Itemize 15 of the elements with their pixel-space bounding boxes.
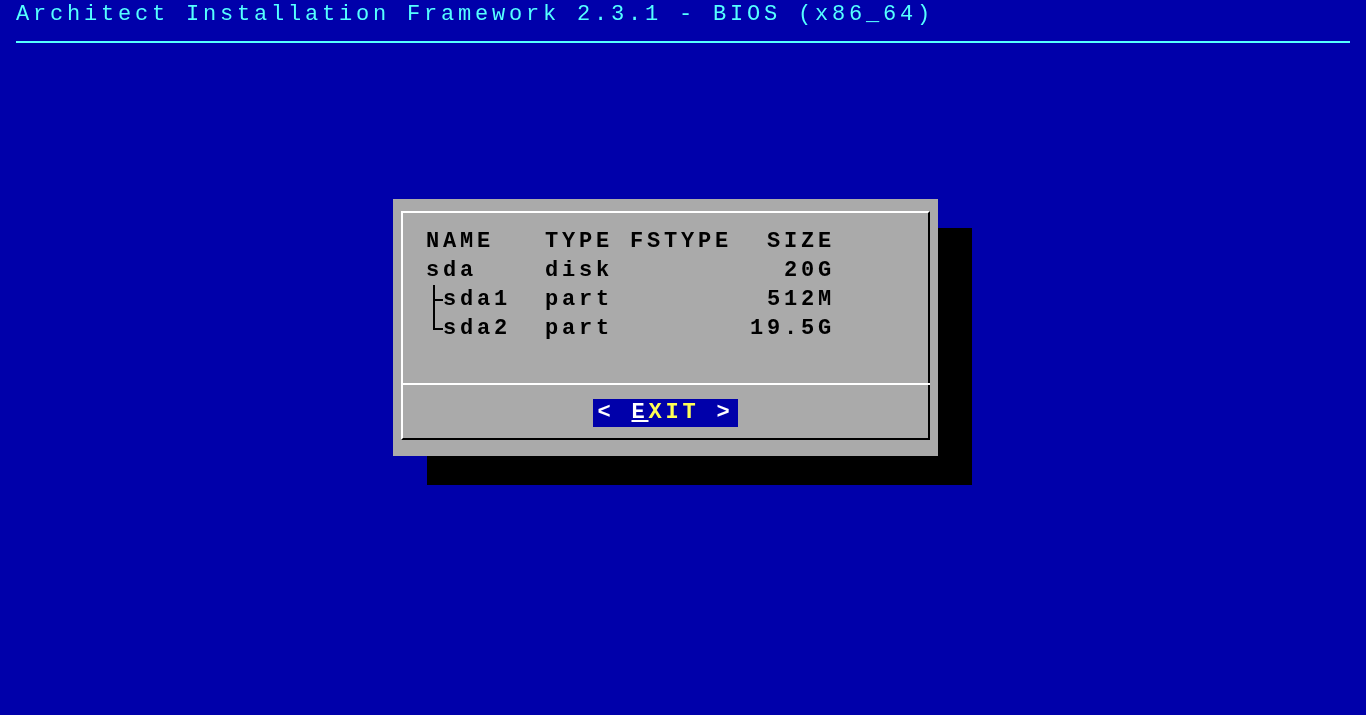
- table-cell-text: sda: [426, 257, 477, 285]
- table-cell-text: part: [545, 286, 614, 314]
- column-header: FSTYPE: [630, 228, 732, 256]
- column-header: SIZE: [766, 228, 835, 256]
- table-cell-text: 19.5G: [749, 315, 835, 343]
- table-cell-text: disk: [545, 257, 614, 285]
- screen-title: Architect Installation Framework 2.3.1 - BIOS (x86_64): [16, 1, 935, 29]
- table-cell-text: sda2: [443, 315, 511, 343]
- column-header: TYPE: [545, 228, 614, 256]
- table-cell-text: sda1: [443, 286, 511, 314]
- table-cell-text: 512M: [766, 286, 835, 314]
- column-header: NAME: [426, 228, 495, 256]
- exit-button[interactable]: < EXIT >: [593, 399, 738, 427]
- table-cell-text: 20G: [783, 257, 835, 285]
- table-cell-text: part: [545, 315, 614, 343]
